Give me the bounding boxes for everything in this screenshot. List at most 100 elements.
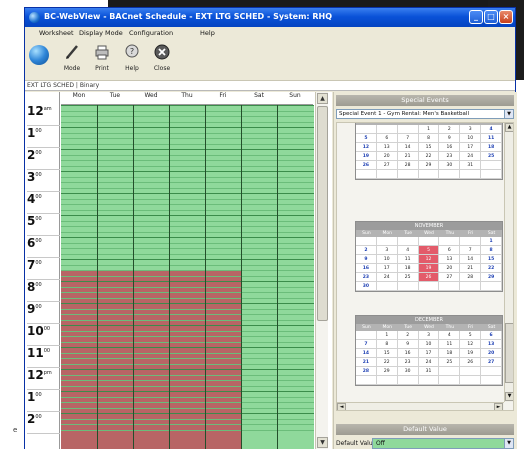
calendar-day[interactable]: 27	[376, 161, 398, 170]
calendar-day[interactable]: 3	[460, 125, 482, 134]
calendar-day[interactable]: 12	[418, 255, 440, 264]
calendar-day[interactable]: 3	[418, 331, 440, 340]
calendar-day[interactable]: 9	[439, 134, 461, 143]
calendar-scroll-up-arrow[interactable]: ▲	[505, 123, 513, 132]
calendar-day[interactable]: 28	[460, 273, 482, 282]
calendar-day[interactable]: 13	[376, 143, 398, 152]
calendar-day[interactable]: 2	[439, 125, 461, 134]
calendar-day[interactable]: 28	[356, 367, 377, 376]
calendar-day[interactable]: 6	[376, 134, 398, 143]
calendar-day[interactable]: 25	[439, 358, 461, 367]
calendar-day[interactable]: 31	[418, 367, 440, 376]
calendar-day[interactable]: 9	[356, 255, 377, 264]
calendar-day[interactable]: 11	[397, 255, 419, 264]
calendar-day[interactable]: 21	[397, 152, 419, 161]
calendar-day[interactable]: 16	[439, 143, 461, 152]
calendar-day[interactable]: 8	[418, 134, 440, 143]
calendar-day[interactable]: 22	[418, 152, 440, 161]
calendar-day[interactable]: 4	[439, 331, 461, 340]
calendar-day[interactable]: 20	[439, 264, 461, 273]
calendar-scroll-right-arrow[interactable]: ►	[494, 403, 503, 410]
calendar-day[interactable]: 18	[397, 264, 419, 273]
print-button[interactable]: Print	[89, 43, 115, 72]
calendar-day[interactable]: 17	[418, 349, 440, 358]
calendar-day[interactable]: 26	[460, 358, 482, 367]
help-button[interactable]: ? Help	[119, 43, 145, 72]
calendar-day[interactable]: 23	[397, 358, 419, 367]
calendar-day[interactable]: 8	[481, 246, 503, 255]
calendar-day[interactable]: 23	[356, 273, 377, 282]
calendar-scroll-left-arrow[interactable]: ◄	[337, 403, 346, 410]
calendar-day[interactable]: 15	[418, 143, 440, 152]
calendar-day[interactable]: 26	[418, 273, 440, 282]
calendar-day[interactable]: 20	[481, 349, 503, 358]
mode-button[interactable]: Mode	[59, 43, 85, 72]
calendar-day[interactable]: 24	[376, 273, 398, 282]
calendar-day[interactable]: 1	[418, 125, 440, 134]
calendar-day[interactable]: 12	[356, 143, 377, 152]
calendar-day[interactable]: 15	[376, 349, 398, 358]
calendar-day[interactable]: 7	[356, 340, 377, 349]
minimize-button[interactable]: _	[469, 10, 483, 24]
calendar-day[interactable]: 25	[481, 152, 503, 161]
calendar-day[interactable]: 21	[460, 264, 482, 273]
calendar-day[interactable]: 22	[481, 264, 503, 273]
calendar-day[interactable]: 6	[481, 331, 503, 340]
calendar-day[interactable]: 16	[397, 349, 419, 358]
calendar-day[interactable]: 30	[439, 161, 461, 170]
maximize-button[interactable]: □	[484, 10, 498, 24]
default-value-select[interactable]: Off ▼	[372, 438, 514, 449]
calendar-day[interactable]: 28	[397, 161, 419, 170]
calendar-day[interactable]: 19	[356, 152, 377, 161]
calendar-day[interactable]: 12	[460, 340, 482, 349]
calendar-day[interactable]: 14	[460, 255, 482, 264]
calendar-day[interactable]: 2	[356, 246, 377, 255]
calendar-day[interactable]: 25	[397, 273, 419, 282]
calendar-day[interactable]: 10	[460, 134, 482, 143]
calendar-day[interactable]: 27	[439, 273, 461, 282]
calendar-day[interactable]: 11	[439, 340, 461, 349]
calendar-day[interactable]: 18	[439, 349, 461, 358]
calendar-day[interactable]: 10	[418, 340, 440, 349]
calendar-day[interactable]: 20	[376, 152, 398, 161]
calendar-scroll-thumb[interactable]	[505, 323, 513, 383]
menu-worksheet[interactable]: Worksheet	[39, 29, 74, 37]
calendar-day[interactable]: 13	[439, 255, 461, 264]
special-event-select[interactable]: Special Event 1 - Gym Rental: Men's Bask…	[336, 109, 514, 119]
calendar-day[interactable]: 27	[481, 358, 503, 367]
calendar-day[interactable]: 21	[356, 358, 377, 367]
close-button[interactable]: Close	[149, 43, 175, 72]
calendar-day[interactable]: 31	[460, 161, 482, 170]
calendar-day[interactable]: 13	[481, 340, 503, 349]
schedule-scrollbar[interactable]: ▲ ▼	[315, 92, 328, 449]
calendar-day[interactable]: 30	[397, 367, 419, 376]
calendar-day[interactable]: 2	[397, 331, 419, 340]
menu-configuration[interactable]: Configuration	[129, 29, 173, 37]
calendar-day[interactable]: 4	[397, 246, 419, 255]
calendar-day[interactable]: 5	[418, 246, 440, 255]
calendar-day[interactable]: 4	[481, 125, 503, 134]
calendar-scroll-down-arrow[interactable]: ▼	[505, 392, 513, 401]
scroll-thumb[interactable]	[317, 106, 328, 321]
calendar-day[interactable]: 6	[439, 246, 461, 255]
close-window-button[interactable]: ×	[499, 10, 513, 24]
calendar-day[interactable]: 11	[481, 134, 503, 143]
calendar-day[interactable]: 9	[397, 340, 419, 349]
calendar-day[interactable]: 7	[460, 246, 482, 255]
scroll-up-arrow[interactable]: ▲	[317, 93, 328, 104]
calendar-day[interactable]: 30	[356, 282, 377, 291]
calendar-day[interactable]: 22	[376, 358, 398, 367]
calendar-day[interactable]: 5	[460, 331, 482, 340]
scroll-down-arrow[interactable]: ▼	[317, 437, 328, 448]
schedule-grid[interactable]	[61, 105, 314, 449]
schedule-tab[interactable]: EXT LTG SCHED | Binary	[27, 82, 99, 89]
calendar-day[interactable]: 17	[460, 143, 482, 152]
calendar-day[interactable]: 1	[376, 331, 398, 340]
calendar-day[interactable]: 3	[376, 246, 398, 255]
chevron-down-icon[interactable]: ▼	[504, 110, 513, 118]
calendar-day[interactable]: 29	[376, 367, 398, 376]
calendar-vertical-scrollbar[interactable]: ▲ ▼	[504, 123, 513, 402]
title-bar[interactable]: BC-WebView - BACnet Schedule - EXT LTG S…	[25, 8, 515, 27]
calendar-day[interactable]: 7	[397, 134, 419, 143]
menu-display-mode[interactable]: Display Mode	[79, 29, 123, 37]
